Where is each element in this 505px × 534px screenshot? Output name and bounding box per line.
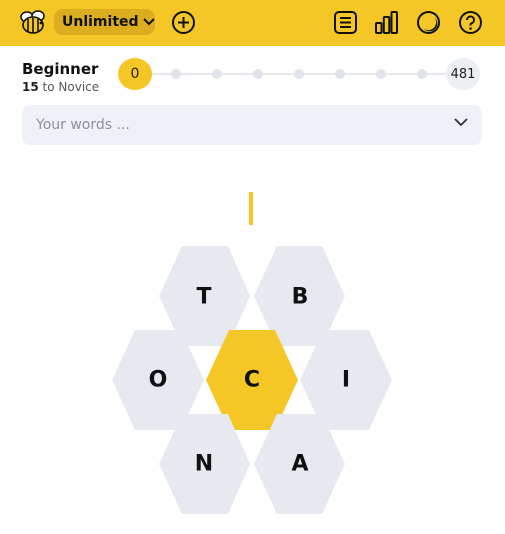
progress-dot bbox=[212, 69, 222, 79]
found-words-dropdown[interactable]: Your words ... bbox=[22, 105, 482, 145]
mode-dropdown[interactable]: Unlimited bbox=[54, 9, 155, 35]
progress-dot bbox=[171, 69, 181, 79]
progress-dot bbox=[294, 69, 304, 79]
theme-icon[interactable] bbox=[416, 10, 441, 35]
max-score-badge[interactable]: 481 bbox=[446, 58, 480, 90]
stats-icon[interactable] bbox=[374, 10, 399, 35]
hex-letter[interactable]: N bbox=[195, 452, 213, 477]
progress-dot bbox=[335, 69, 345, 79]
points-needed: 15 bbox=[22, 80, 39, 94]
list-icon[interactable] bbox=[333, 10, 358, 35]
progress-dot bbox=[376, 69, 386, 79]
hex-letter[interactable]: T bbox=[196, 285, 211, 310]
current-score-badge[interactable]: 0 bbox=[118, 58, 152, 90]
chevron-down-icon bbox=[142, 18, 155, 26]
help-icon[interactable] bbox=[458, 10, 483, 35]
hex-letter-center[interactable]: C bbox=[244, 368, 260, 393]
bee-logo-icon[interactable] bbox=[19, 9, 47, 35]
mode-label: Unlimited bbox=[62, 14, 139, 30]
hex-letter[interactable]: O bbox=[149, 368, 168, 393]
words-placeholder: Your words ... bbox=[36, 117, 130, 133]
chevron-down-icon bbox=[454, 118, 468, 127]
rank-subtitle: 15 to Novice bbox=[22, 80, 99, 94]
hex-letter[interactable]: B bbox=[292, 285, 309, 310]
top-bar: Unlimited bbox=[0, 0, 505, 46]
progress-dot bbox=[253, 69, 263, 79]
rank-title: Beginner bbox=[22, 60, 99, 78]
progress-dot bbox=[417, 69, 427, 79]
next-rank-text: to Novice bbox=[42, 80, 100, 94]
text-cursor bbox=[249, 192, 253, 225]
add-circle-icon[interactable] bbox=[171, 10, 196, 35]
hex-letter[interactable]: A bbox=[291, 452, 308, 477]
hex-letter[interactable]: I bbox=[342, 368, 350, 393]
